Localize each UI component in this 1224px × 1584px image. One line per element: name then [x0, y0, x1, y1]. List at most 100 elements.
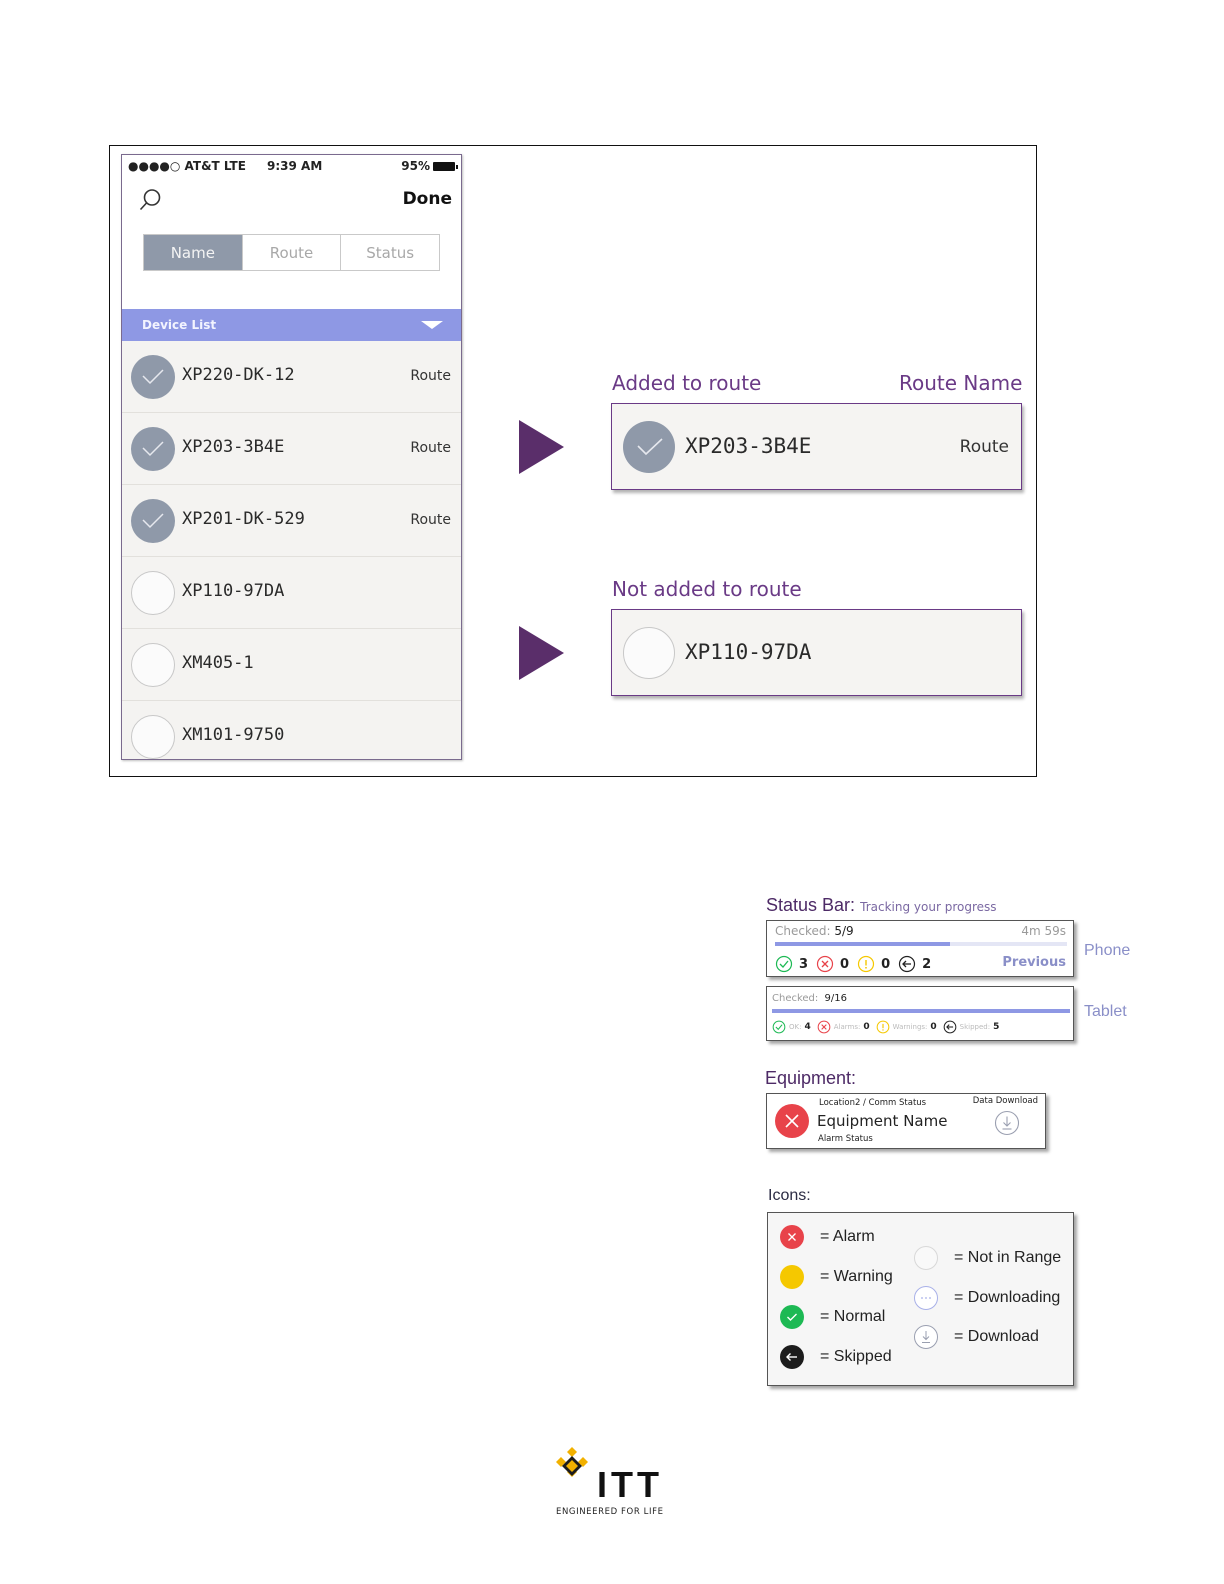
battery-indicator: 95% [401, 159, 458, 173]
device-route: Route [410, 440, 451, 456]
checked-value: 9/16 [824, 993, 847, 1004]
tab-route[interactable]: Route [242, 235, 342, 270]
device-route: Route [959, 437, 1009, 457]
warnings-label: Warnings: [892, 1023, 928, 1031]
skipped-value: 5 [993, 1022, 1000, 1032]
device-name: XM405-1 [182, 653, 254, 673]
ok-value: 4 [804, 1022, 811, 1032]
empty-circle-icon[interactable] [131, 715, 175, 759]
location-comm-status: Location2 / Comm Status [819, 1098, 927, 1108]
device-route: Route [410, 512, 451, 528]
legend-item-not-in-range: = Not in Range [914, 1246, 1061, 1270]
empty-circle-icon[interactable] [623, 627, 675, 679]
legend-label: = Warning [820, 1268, 893, 1285]
download-icon[interactable] [994, 1110, 1020, 1136]
device-list-label: Device List [142, 318, 217, 332]
status-time: 9:39 AM [267, 159, 323, 173]
device-row[interactable]: XM405-1 [122, 629, 461, 701]
done-button[interactable]: Done [403, 189, 452, 209]
phone-screen: ●●●●○ AT&T LTE 9:39 AM 95% Done Name Rou… [121, 154, 462, 760]
device-name: XP110-97DA [685, 640, 812, 664]
alarm-status: Alarm Status [818, 1134, 873, 1144]
warning-count: 0 [881, 956, 891, 972]
itt-tagline: ENGINEERED FOR LIFE [556, 1507, 664, 1517]
equipment-title: Equipment: [765, 1068, 857, 1088]
progress-track [772, 1009, 1070, 1013]
skipped-icon [780, 1345, 804, 1369]
checkmark-icon[interactable] [131, 427, 175, 471]
legend-label: = Normal [820, 1308, 886, 1325]
empty-circle-icon[interactable] [131, 571, 175, 615]
device-row[interactable]: XP201-DK-529 Route [122, 485, 461, 557]
skipped-count: 2 [922, 956, 932, 972]
itt-logo-text: ITT [597, 1464, 663, 1505]
battery-percent: 95% [401, 159, 430, 173]
empty-circle-icon[interactable] [131, 643, 175, 687]
progress-track [775, 942, 1067, 946]
status-counts: OK: 4 Alarms: 0 Warnings: 0 Skipped: 5 [772, 1020, 999, 1034]
download-icon [914, 1325, 938, 1349]
alarm-count: 0 [840, 956, 850, 972]
legend-label: = Download [954, 1328, 1039, 1345]
device-row[interactable]: XP203-3B4E Route [122, 413, 461, 485]
normal-count: 3 [799, 956, 809, 972]
not-added-device-card[interactable]: XP110-97DA [611, 609, 1022, 696]
alarm-icon [780, 1225, 804, 1249]
carrier-signal: ●●●●○ AT&T LTE [128, 159, 246, 173]
tablet-label: Tablet [1084, 1003, 1127, 1020]
warnings-value: 0 [930, 1022, 937, 1032]
checkmark-icon[interactable] [623, 421, 675, 473]
checkmark-icon[interactable] [131, 355, 175, 399]
device-list-header[interactable]: Device List [122, 309, 461, 341]
progress-fill [775, 942, 951, 946]
device-name: XP201-DK-529 [182, 509, 305, 529]
arrow-right-icon [519, 420, 564, 474]
legend-item-skipped: = Skipped [780, 1345, 892, 1369]
status-bar-subtitle: Tracking your progress [860, 900, 997, 914]
progress-fill [772, 1009, 1070, 1013]
checked-label: Checked: [775, 924, 831, 938]
added-to-route-label: Added to route [612, 371, 762, 395]
normal-icon [772, 1020, 786, 1034]
warning-icon [876, 1020, 889, 1034]
legend-item-download: = Download [914, 1325, 1039, 1349]
normal-icon [780, 1305, 804, 1329]
tab-status[interactable]: Status [341, 235, 440, 270]
search-icon[interactable] [138, 188, 162, 212]
equipment-name: Equipment Name [817, 1112, 948, 1130]
skipped-icon [943, 1020, 957, 1034]
warning-icon [780, 1265, 804, 1289]
normal-icon [775, 955, 793, 973]
equipment-card[interactable]: Location2 / Comm Status Data Download Eq… [766, 1093, 1046, 1149]
device-row[interactable]: XP220-DK-12 Route [122, 341, 461, 413]
arrow-right-icon [519, 626, 564, 680]
checked-value: 5/9 [834, 924, 854, 938]
alarm-icon [816, 955, 834, 973]
legend-label: = Alarm [820, 1228, 875, 1245]
device-name: XP110-97DA [182, 581, 285, 601]
legend-item-normal: = Normal [780, 1305, 885, 1329]
phone-status-bar: Checked: 5/9 4m 59s 3 0 0 2 Previous [766, 920, 1074, 977]
tab-name[interactable]: Name [144, 235, 243, 270]
device-row[interactable]: XM101-9750 [122, 701, 461, 759]
device-name: XM101-9750 [182, 725, 285, 745]
route-name-label: Route Name [899, 371, 1023, 395]
sort-segmented-control: Name Route Status [143, 234, 440, 271]
alarms-label: Alarms: [833, 1023, 861, 1031]
device-row[interactable]: XP110-97DA [122, 557, 461, 629]
device-name: XP220-DK-12 [182, 365, 295, 385]
legend-label: = Downloading [954, 1289, 1061, 1306]
skipped-label: Skipped: [959, 1023, 991, 1031]
not-added-to-route-label: Not added to route [612, 577, 802, 601]
battery-icon [433, 161, 458, 171]
status-bar-title: Status Bar: [766, 895, 856, 915]
legend-label: = Skipped [820, 1348, 892, 1365]
checkmark-icon[interactable] [131, 499, 175, 543]
legend-label: = Not in Range [954, 1249, 1062, 1266]
checked-readout: Checked: 9/16 [772, 993, 847, 1004]
not-in-range-icon [914, 1246, 938, 1270]
added-device-card[interactable]: XP203-3B4E Route [611, 403, 1022, 490]
previous-button[interactable]: Previous [1002, 955, 1066, 970]
device-name: XP203-3B4E [685, 434, 812, 458]
chevron-down-icon[interactable] [421, 321, 443, 329]
